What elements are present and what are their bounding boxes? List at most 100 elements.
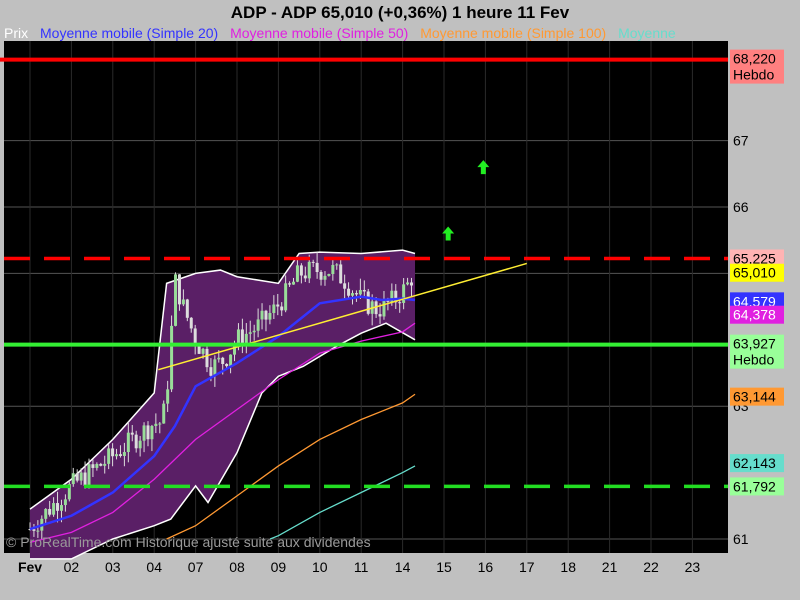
candle-body <box>276 304 280 307</box>
candle-body <box>303 275 307 279</box>
candle-body <box>174 274 178 326</box>
candle-body <box>382 299 386 317</box>
candle-body <box>295 265 299 282</box>
candle-body <box>122 452 126 456</box>
candle-body <box>213 359 217 376</box>
candle-body <box>189 317 193 329</box>
candle-body <box>111 448 115 457</box>
candle-body <box>130 432 134 435</box>
candle-body <box>193 328 197 345</box>
candle-body <box>280 306 284 311</box>
level-label-3-sub: Hebdo <box>733 352 774 368</box>
x-tick-label: 11 <box>354 559 369 575</box>
candle-body <box>103 463 107 466</box>
candle-body <box>56 503 60 511</box>
candle-body <box>32 529 36 531</box>
legend-item-sma50: Moyenne mobile (Simple 50) <box>230 25 409 41</box>
legend-item-prix: Prix <box>4 25 29 41</box>
candle-body <box>48 508 52 515</box>
price-label-5: 62,143 <box>733 455 776 471</box>
candle-body <box>398 302 402 304</box>
candle-body <box>292 281 296 285</box>
candle-body <box>351 293 355 296</box>
x-tick-label: 23 <box>685 559 701 575</box>
candle-body <box>99 463 103 466</box>
candle-body <box>248 332 252 334</box>
candle-body <box>59 505 63 511</box>
candle-body <box>181 299 185 305</box>
y-tick-label: 66 <box>733 199 749 215</box>
level-label-1: 68,220 <box>733 51 776 67</box>
candle-body <box>107 448 111 464</box>
x-tick-label: 07 <box>188 559 204 575</box>
candle-body <box>170 325 174 390</box>
price-label-4: 63,144 <box>733 389 776 405</box>
candle-body <box>307 261 311 279</box>
candle-body <box>284 283 288 311</box>
candle-body <box>343 283 347 289</box>
x-tick-label: 09 <box>271 559 287 575</box>
candle-body <box>150 425 154 440</box>
level-label-1-sub: Hebdo <box>733 67 774 83</box>
candle-body <box>256 319 260 331</box>
candle-body <box>299 265 303 276</box>
candle-body <box>327 274 331 276</box>
candle-body <box>87 464 91 486</box>
candle-body <box>118 454 122 456</box>
candle-body <box>331 264 335 275</box>
x-tick-label: 22 <box>643 559 659 575</box>
x-tick-label: 10 <box>312 559 328 575</box>
candle-body <box>358 289 362 295</box>
candle-body <box>44 508 48 519</box>
x-tick-label: 08 <box>229 559 245 575</box>
candle-body <box>52 503 56 515</box>
candle-body <box>126 432 130 453</box>
candle-body <box>323 275 327 280</box>
candle-body <box>134 434 138 449</box>
candle-body <box>225 363 229 367</box>
y-tick-label: 67 <box>733 133 749 149</box>
candle-body <box>319 272 323 280</box>
candle-body <box>252 330 256 333</box>
candle-body <box>272 304 276 314</box>
candle-body <box>63 499 67 506</box>
candle-body <box>378 314 382 317</box>
candle-body <box>91 464 95 468</box>
level-label-4: 61,792 <box>733 478 776 494</box>
price-label-3: 64,378 <box>733 307 776 323</box>
legend-item-sma100: Moyenne mobile (Simple 100) <box>420 25 607 41</box>
candle-body <box>142 425 146 441</box>
candle-body <box>138 440 142 449</box>
candle-body <box>315 262 319 273</box>
candle-body <box>79 472 83 481</box>
x-tick-label: 15 <box>436 559 452 575</box>
candle-body <box>205 348 209 368</box>
candle-body <box>154 423 158 426</box>
candle-body <box>158 423 162 425</box>
x-tick-label: 14 <box>395 559 411 575</box>
candle-body <box>268 313 272 320</box>
x-tick-label: 04 <box>146 559 162 575</box>
price-chart[interactable]: 6163656667Fev020304070809101114151617182… <box>0 24 800 576</box>
chart-legend: Prix Moyenne mobile (Simple 20) Moyenne … <box>4 24 728 42</box>
candle-body <box>339 264 343 284</box>
level-label-3: 63,927 <box>733 336 776 352</box>
candle-body <box>335 264 339 266</box>
candle-body <box>185 299 189 318</box>
candle-body <box>71 473 75 485</box>
chart-title: ADP - ADP 65,010 (+0,36%) 1 heure 11 Fev <box>230 3 570 22</box>
candle-body <box>83 472 87 486</box>
candle-body <box>95 463 99 468</box>
candle-body <box>406 282 410 285</box>
candle-body <box>311 261 315 263</box>
y-tick-label: 61 <box>733 531 749 547</box>
candle-body <box>264 310 268 320</box>
price-label-1: 65,010 <box>733 265 776 281</box>
candle-body <box>217 357 221 360</box>
candle-body <box>201 348 205 354</box>
candle-body <box>75 473 79 481</box>
candle-body <box>221 357 225 364</box>
candle-body <box>146 425 150 440</box>
candle-body <box>166 389 170 404</box>
x-tick-label: 18 <box>560 559 576 575</box>
